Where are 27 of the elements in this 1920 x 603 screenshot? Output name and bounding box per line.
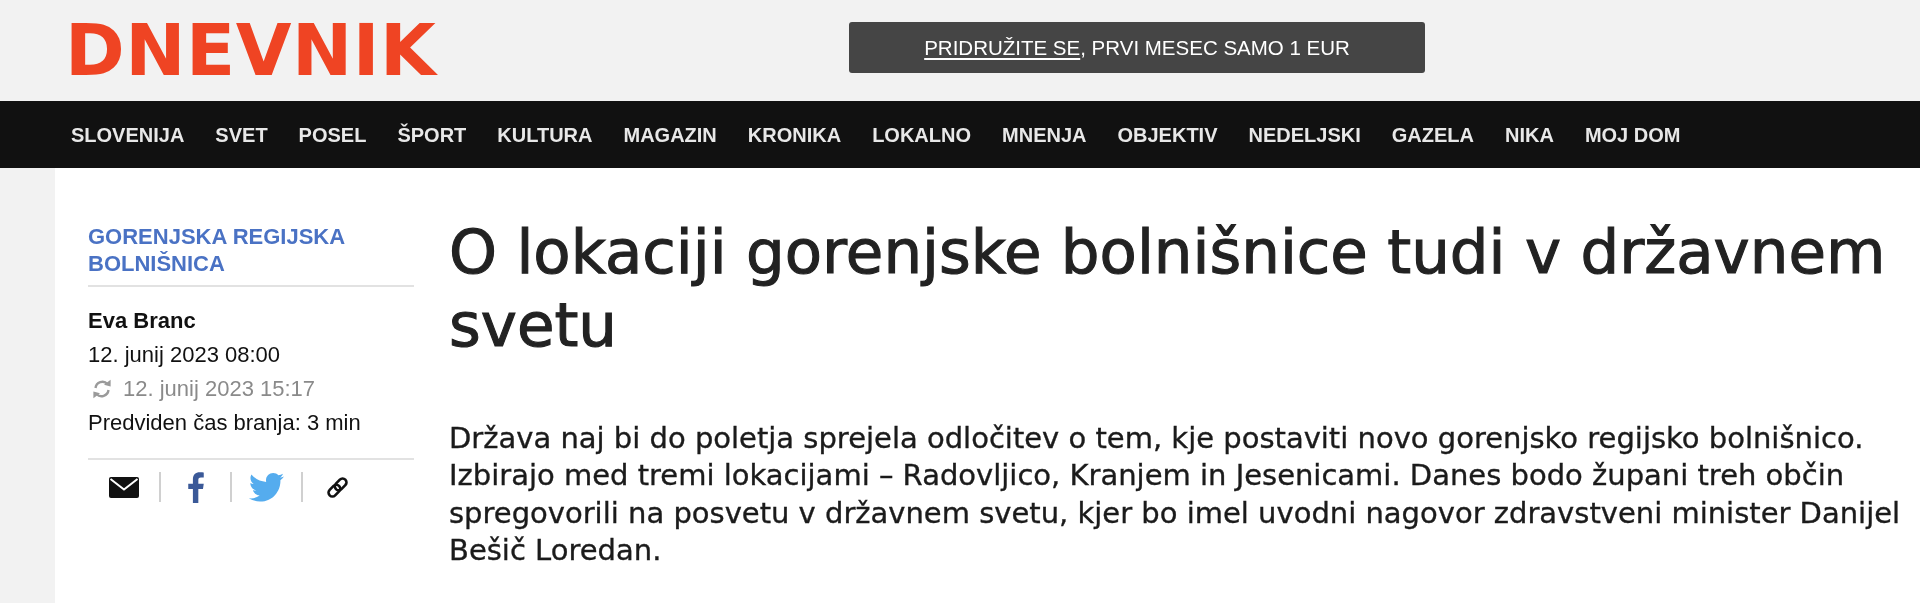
facebook-icon[interactable] [187,471,204,503]
nav-link[interactable]: MOJ DOM [1584,122,1681,147]
nav-link[interactable]: SVET [215,122,268,147]
nav-link[interactable]: MNENJA [1002,122,1087,147]
nav-link[interactable]: KULTURA [497,122,593,147]
lead-paragraph: Država naj bi do poletja sprejela odločitev o tem, kje postaviti novo gorenjsko regijsko bolnišnico. Izbirajo med tremi lokacijami – Radovljico, Kranjem in Jesenicami. Danes bodo župani treh občin spregovorili na posvetu v državnem svetu, kjer bo imel uvodni nagovor zdravstveni minister Danijel Bešič Loredan. [449,420,1902,569]
chain-link-icon[interactable] [325,474,350,500]
nav-link[interactable]: KRONIKA [747,122,842,147]
promo-text: PRIDRUŽITE SE, PRVI MESEC SAMO 1 EUR [924,35,1350,60]
nav-link[interactable]: POSEL [298,122,367,147]
nav-link[interactable]: NEDELJSKI [1248,122,1361,147]
author-name: Eva Branc [88,307,197,335]
headline: O lokaciji gorenjske bolnišnice tudi v državnem svetu [449,215,1887,361]
join-link[interactable]: PRIDRUŽITE SE [924,35,1081,59]
publish-date: 12. junij 2023 08:00 [88,341,282,369]
envelope-icon[interactable] [108,476,139,498]
nav-link[interactable]: MAGAZIN [623,122,717,147]
reading-time: Predviden čas branja: 3 min [88,409,362,437]
nav-link[interactable]: LOKALNO [872,122,972,147]
nav-link[interactable]: OBJEKTIV [1117,122,1218,147]
nav-link[interactable]: ŠPORT [397,122,467,147]
category-link[interactable]: GORENJSKA REGIJSKA BOLNIŠNICA [88,223,414,277]
nav-link[interactable]: NIKA [1505,122,1554,147]
nav-link[interactable]: GAZELA [1391,122,1474,147]
update-date: 12. junij 2023 15:17 [123,375,316,403]
refresh-icon [92,378,112,400]
nav-link[interactable]: SLOVENIJA [71,122,185,147]
